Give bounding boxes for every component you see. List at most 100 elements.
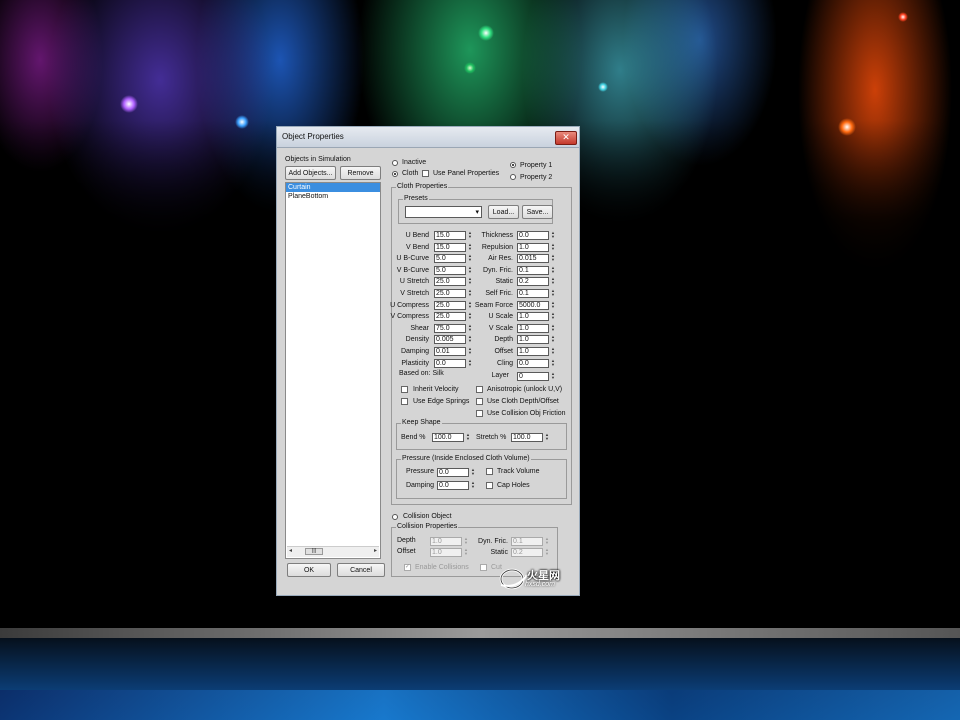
bend-percent-field[interactable]: 100.0 [432, 433, 464, 442]
pressure-damping-spinner[interactable]: ▲ ▼ [470, 481, 476, 490]
thickness-spinner[interactable]: ▲ ▼ [550, 231, 556, 240]
static-spinner[interactable]: ▲ ▼ [550, 277, 556, 286]
v-stretch-label: V Stretch [400, 290, 429, 297]
use-cloth-depth-offset-checkbox[interactable] [476, 398, 483, 405]
title-bar[interactable]: Object Properties ✕ [277, 127, 579, 148]
use-collision-friction-checkbox[interactable] [476, 410, 483, 417]
u-b-curve-label: U B-Curve [396, 255, 429, 263]
inherit-velocity-checkbox[interactable] [401, 386, 408, 393]
u-scale-field[interactable]: 1.0 [517, 312, 549, 322]
property2-radio[interactable] [510, 174, 516, 180]
seam-force-spinner[interactable]: ▲ ▼ [550, 300, 556, 310]
enable-collisions-checkbox[interactable]: ✓ [404, 564, 411, 571]
property1-radio[interactable] [510, 162, 516, 168]
v-b-curve-field[interactable]: 5.0 [434, 265, 466, 275]
pressure-spinner[interactable]: ▲ ▼ [470, 468, 476, 477]
static-field[interactable]: 0.2 [517, 277, 549, 287]
cap-holes-checkbox[interactable] [486, 482, 493, 489]
collision-offset-field[interactable]: 1.0 [430, 548, 462, 557]
offset-spinner[interactable]: ▲ ▼ [550, 347, 556, 356]
list-horizontal-scrollbar[interactable]: ◂ ||| ▸ [287, 546, 379, 557]
use-panel-properties-label: Use Panel Properties [433, 170, 500, 177]
ok-button[interactable]: OK [287, 563, 331, 577]
chevron-down-icon: ▾ [475, 209, 479, 216]
shear-field[interactable]: 75.0 [434, 323, 466, 333]
u-compress-field[interactable]: 25.0 [434, 300, 466, 310]
cuts-cloth-checkbox[interactable] [480, 564, 487, 571]
scroll-right-icon[interactable]: ▸ [374, 547, 377, 554]
air-res-label: Air Res. [488, 255, 513, 263]
add-objects-button[interactable]: Add Objects... [285, 166, 336, 180]
cling-spinner[interactable]: ▲ ▼ [550, 358, 556, 368]
collision-dyn-fric-spinner[interactable]: ▲ ▼ [544, 537, 550, 546]
air-res-spinner[interactable]: ▲ ▼ [550, 254, 556, 263]
list-item-planebottom[interactable]: PlaneBottom [286, 192, 380, 201]
u-compress-label: U Compress [390, 301, 429, 309]
pressure-field[interactable]: 0.0 [437, 468, 469, 477]
remove-button[interactable]: Remove [340, 166, 381, 180]
scroll-left-icon[interactable]: ◂ [289, 547, 292, 554]
self-fric-spinner[interactable]: ▲ ▼ [550, 289, 556, 298]
close-button[interactable]: ✕ [555, 131, 577, 145]
plasticity-field[interactable]: 0.0 [434, 358, 466, 368]
stretch-percent-spinner[interactable]: ▲ ▼ [544, 433, 550, 442]
v-compress-field[interactable]: 25.0 [434, 312, 466, 322]
seam-force-field[interactable]: 5000.0 [517, 300, 549, 310]
damping-label: Damping [400, 348, 429, 355]
collision-static-spinner[interactable]: ▲ ▼ [544, 548, 550, 557]
v-scale-field[interactable]: 1.0 [517, 323, 549, 333]
layer-field[interactable]: 0 [517, 372, 549, 381]
objects-in-simulation-label: Objects in Simulation [285, 156, 351, 163]
cling-field[interactable]: 0.0 [517, 358, 549, 368]
repulsion-spinner[interactable]: ▲ ▼ [550, 242, 556, 252]
load-button[interactable]: Load... [488, 205, 519, 219]
offset-field[interactable]: 1.0 [517, 347, 549, 356]
presets-dropdown[interactable]: ▾ [405, 206, 482, 218]
repulsion-label: Repulsion [481, 243, 513, 251]
dyn-fric-spinner[interactable]: ▲ ▼ [550, 265, 556, 275]
cancel-button[interactable]: Cancel [337, 563, 385, 577]
air-res-field[interactable]: 0.015 [517, 254, 549, 264]
spark-orange [838, 118, 856, 136]
collision-offset-label: Offset [397, 548, 416, 555]
inactive-radio[interactable] [392, 160, 398, 166]
pressure-group: Pressure (Inside Enclosed Cloth Volume) … [396, 455, 567, 499]
objects-list[interactable]: Curtain PlaneBottom ◂ ||| ▸ [285, 182, 381, 559]
depth-spinner[interactable]: ▲ ▼ [550, 335, 556, 344]
save-button[interactable]: Save... [522, 205, 553, 219]
v-bend-field[interactable]: 15.0 [434, 242, 466, 252]
self-fric-field[interactable]: 0.1 [517, 289, 549, 298]
scrollbar-thumb[interactable]: ||| [305, 548, 323, 555]
collision-offset-spinner[interactable]: ▲ ▼ [463, 548, 469, 557]
bend-percent-label: Bend % [401, 434, 426, 441]
list-item-curtain[interactable]: Curtain [286, 183, 380, 192]
cloth-radio[interactable] [392, 171, 398, 177]
collision-depth-spinner[interactable]: ▲ ▼ [463, 537, 469, 546]
collision-depth-field[interactable]: 1.0 [430, 537, 462, 546]
v-scale-spinner[interactable]: ▲ ▼ [550, 323, 556, 333]
u-stretch-field[interactable]: 25.0 [434, 277, 466, 287]
density-field[interactable]: 0.005 [434, 335, 466, 345]
pressure-damping-field[interactable]: 0.0 [437, 481, 469, 490]
collision-dyn-fric-field[interactable]: 0.1 [511, 537, 543, 546]
stretch-percent-field[interactable]: 100.0 [511, 433, 543, 442]
bend-percent-spinner[interactable]: ▲ ▼ [465, 433, 471, 442]
u-b-curve-field[interactable]: 5.0 [434, 254, 466, 264]
v-stretch-field[interactable]: 25.0 [434, 289, 466, 298]
layer-spinner[interactable]: ▲ ▼ [550, 372, 556, 381]
damping-field[interactable]: 0.01 [434, 347, 466, 356]
u-scale-spinner[interactable]: ▲ ▼ [550, 312, 556, 321]
thickness-field[interactable]: 0.0 [517, 231, 549, 240]
depth-field[interactable]: 1.0 [517, 335, 549, 345]
collision-object-radio[interactable] [392, 514, 398, 520]
anisotropic-checkbox[interactable] [476, 386, 483, 393]
use-edge-springs-checkbox[interactable] [401, 398, 408, 405]
u-bend-field[interactable]: 15.0 [434, 231, 466, 240]
repulsion-field[interactable]: 1.0 [517, 242, 549, 252]
v-bend-label: V Bend [406, 243, 429, 251]
use-panel-properties-checkbox[interactable] [422, 170, 429, 177]
collision-static-field[interactable]: 0.2 [511, 548, 543, 557]
dyn-fric-field[interactable]: 0.1 [517, 265, 549, 275]
track-volume-checkbox[interactable] [486, 468, 493, 475]
presets-title: Presets [403, 195, 429, 202]
